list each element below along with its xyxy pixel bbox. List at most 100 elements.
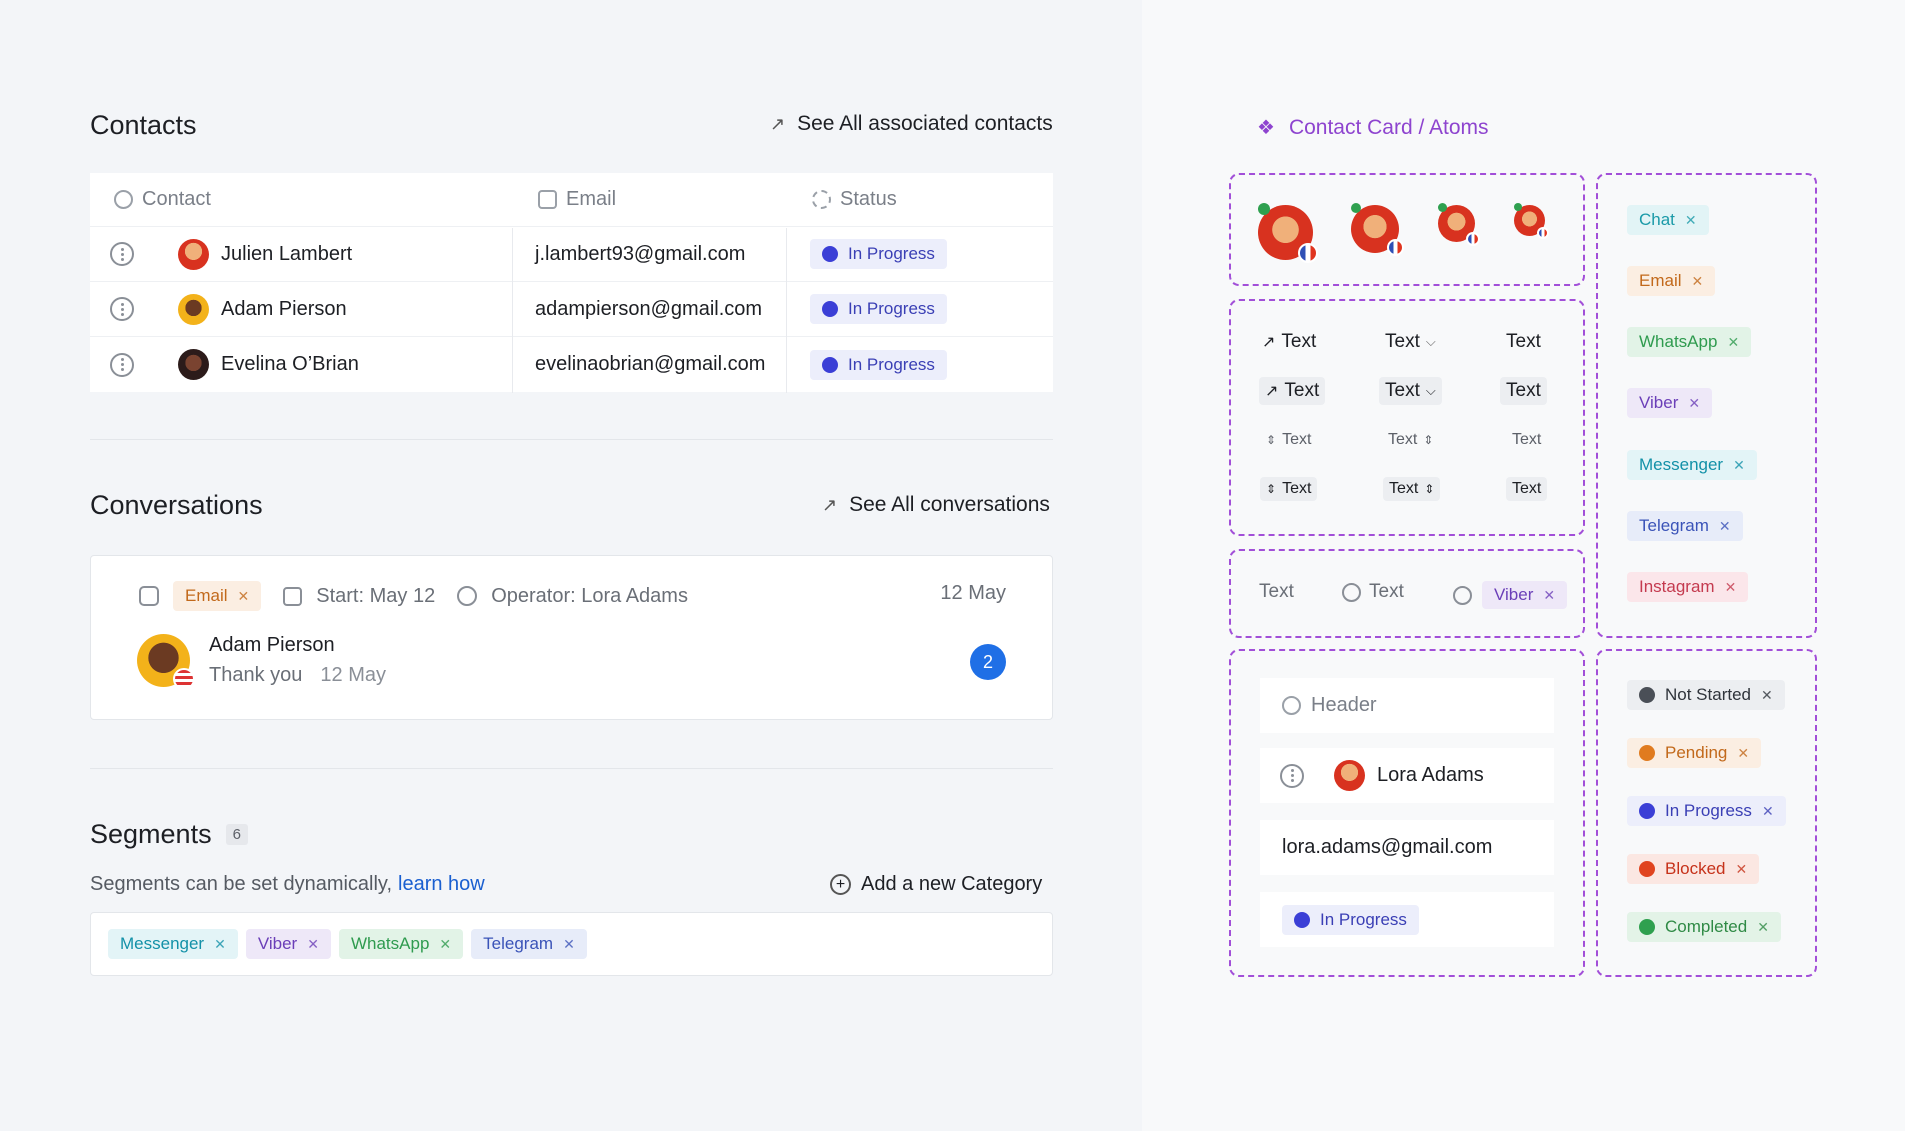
status-tag[interactable]: Pending ✕ — [1627, 738, 1762, 768]
text-link-variant[interactable]: ↗ Text — [1262, 331, 1316, 353]
online-indicator-icon — [1514, 203, 1522, 211]
close-icon[interactable]: ✕ — [1737, 745, 1749, 762]
close-icon[interactable]: ✕ — [1719, 518, 1731, 535]
header-email[interactable]: Email — [538, 173, 616, 226]
channel-tag[interactable]: Instagram ✕ — [1627, 572, 1749, 602]
close-icon[interactable]: ✕ — [1761, 687, 1773, 704]
chevron-down-icon: ⌵ — [1425, 383, 1436, 398]
arrow-up-right-icon: ↗ — [1262, 334, 1276, 351]
close-icon[interactable]: ✕ — [214, 936, 226, 953]
close-icon[interactable]: ✕ — [307, 936, 319, 953]
operator-field[interactable]: Lora Adams — [1260, 748, 1554, 803]
channel-tag[interactable]: Telegram ✕ — [1627, 511, 1743, 541]
text-dropdown-variant[interactable]: Text ⌵ — [1385, 331, 1436, 353]
text-plain-variant: Text — [1506, 331, 1541, 353]
close-icon[interactable]: ✕ — [1692, 273, 1704, 290]
header-status[interactable]: Status — [812, 173, 897, 226]
channel-tag[interactable]: Viber ✕ — [1627, 388, 1713, 418]
table-row[interactable]: Adam Pierson adampierson@gmail.com In Pr… — [90, 282, 1053, 337]
text-label: Text — [1512, 431, 1542, 448]
close-icon[interactable]: ✕ — [1688, 395, 1700, 412]
text-label: Text — [1282, 480, 1312, 497]
operator-name: Lora Adams — [1377, 764, 1484, 786]
user-circle-icon — [457, 586, 478, 606]
table-row[interactable]: Evelina O’Brian evelinaobrian@gmail.com … — [90, 337, 1053, 392]
plus-circle-icon: + — [830, 874, 851, 895]
text-sort-trailing-variant[interactable]: Text ⇕ — [1388, 431, 1433, 449]
online-indicator-icon — [1351, 203, 1361, 213]
close-icon[interactable]: ✕ — [1685, 212, 1697, 229]
text-label: Text — [1506, 331, 1541, 352]
learn-how-link[interactable]: learn how — [398, 873, 485, 896]
close-icon[interactable]: ✕ — [1733, 457, 1745, 474]
channel-chip[interactable]: Viber ✕ — [1482, 581, 1568, 609]
sort-icon: ⇕ — [1423, 433, 1434, 447]
channel-tag[interactable]: WhatsApp ✕ — [1627, 327, 1752, 357]
text-sort-variant-active[interactable]: ⇕ Text — [1260, 477, 1318, 501]
more-options-icon[interactable] — [1280, 763, 1304, 788]
start-date: Start: May 12 — [316, 584, 436, 607]
close-icon[interactable]: ✕ — [1762, 803, 1774, 820]
segment-tag[interactable]: Telegram ✕ — [471, 929, 587, 959]
more-options-icon[interactable] — [110, 242, 134, 266]
tag-label: Viber — [1494, 585, 1534, 604]
text-sort-variant[interactable]: ⇕ Text — [1266, 431, 1311, 449]
header-label: Header — [1311, 694, 1377, 716]
close-icon[interactable]: ✕ — [238, 588, 250, 605]
text-sort-trailing-variant-active[interactable]: Text ⇕ — [1383, 477, 1441, 501]
status-tag[interactable]: Blocked ✕ — [1627, 854, 1760, 884]
contact-name: Adam Pierson — [209, 634, 335, 656]
operator-label: Operator: Lora Adams — [491, 584, 688, 607]
channel-chip[interactable]: Email ✕ — [173, 581, 262, 611]
more-options-icon[interactable] — [110, 352, 134, 377]
close-icon[interactable]: ✕ — [439, 936, 451, 953]
channel-tag[interactable]: Chat ✕ — [1627, 205, 1709, 235]
add-category-button[interactable]: + Add a new Category — [830, 873, 1042, 896]
segments-tag-input[interactable]: Messenger ✕ Viber ✕ WhatsApp ✕ Telegram ✕ — [90, 912, 1053, 976]
status-dot-icon — [1639, 861, 1655, 877]
status-dot-icon — [822, 301, 838, 317]
text-label: Text — [1506, 380, 1541, 401]
close-icon[interactable]: ✕ — [1735, 861, 1747, 878]
avatar — [1334, 760, 1365, 791]
see-all-contacts-link[interactable]: ↗ See All associated contacts — [770, 112, 1053, 136]
text-link-variant-active[interactable]: ↗ Text — [1259, 377, 1326, 405]
contact-email: evelinaobrian@gmail.com — [535, 353, 766, 375]
status-dot-icon — [1639, 919, 1655, 935]
header-contact[interactable]: Contact — [114, 173, 211, 226]
status-tag[interactable]: Not Started ✕ — [1627, 680, 1785, 710]
close-icon[interactable]: ✕ — [1757, 919, 1769, 936]
tag-label: Completed — [1665, 917, 1748, 936]
segments-title: Segments — [90, 819, 212, 849]
close-icon[interactable]: ✕ — [563, 936, 575, 953]
close-icon[interactable]: ✕ — [1543, 587, 1555, 604]
text-dropdown-variant-active[interactable]: Text ⌵ — [1379, 377, 1442, 405]
conversation-card[interactable]: Email ✕ Start: May 12 Operator: Lora Ada… — [90, 555, 1053, 720]
segment-tag[interactable]: Viber ✕ — [245, 929, 331, 959]
us-flag-icon — [173, 668, 195, 690]
status-label: In Progress — [1320, 909, 1407, 929]
channel-tag[interactable]: Messenger ✕ — [1627, 450, 1757, 480]
more-options-icon[interactable] — [110, 297, 134, 321]
atoms-title: ❖ Contact Card / Atoms — [1257, 115, 1489, 140]
last-message: Thank you — [209, 664, 303, 686]
avatar — [178, 238, 209, 270]
tag-label: Viber — [257, 934, 298, 953]
column-divider — [786, 228, 787, 393]
close-icon[interactable]: ✕ — [1727, 334, 1739, 351]
contact-email: j.lambert93@gmail.com — [535, 242, 746, 265]
status-tag[interactable]: Completed ✕ — [1627, 912, 1781, 942]
text-plain-variant-active: Text — [1500, 377, 1547, 405]
fr-flag-icon — [1298, 243, 1318, 263]
sort-icon: ⇕ — [1266, 482, 1277, 496]
table-row[interactable]: Julien Lambert j.lambert93@gmail.com In … — [90, 227, 1053, 282]
status-dot-icon — [822, 246, 838, 262]
segment-tag[interactable]: WhatsApp ✕ — [338, 929, 464, 959]
close-icon[interactable]: ✕ — [1725, 579, 1737, 596]
channel-tag[interactable]: Email ✕ — [1627, 266, 1716, 296]
status-tag[interactable]: In Progress ✕ — [1627, 796, 1786, 826]
see-all-conversations-link[interactable]: ↗ See All conversations — [822, 493, 1050, 517]
online-indicator-icon — [1438, 203, 1447, 212]
segment-tag[interactable]: Messenger ✕ — [108, 929, 238, 959]
segments-count-badge: 6 — [225, 824, 248, 845]
